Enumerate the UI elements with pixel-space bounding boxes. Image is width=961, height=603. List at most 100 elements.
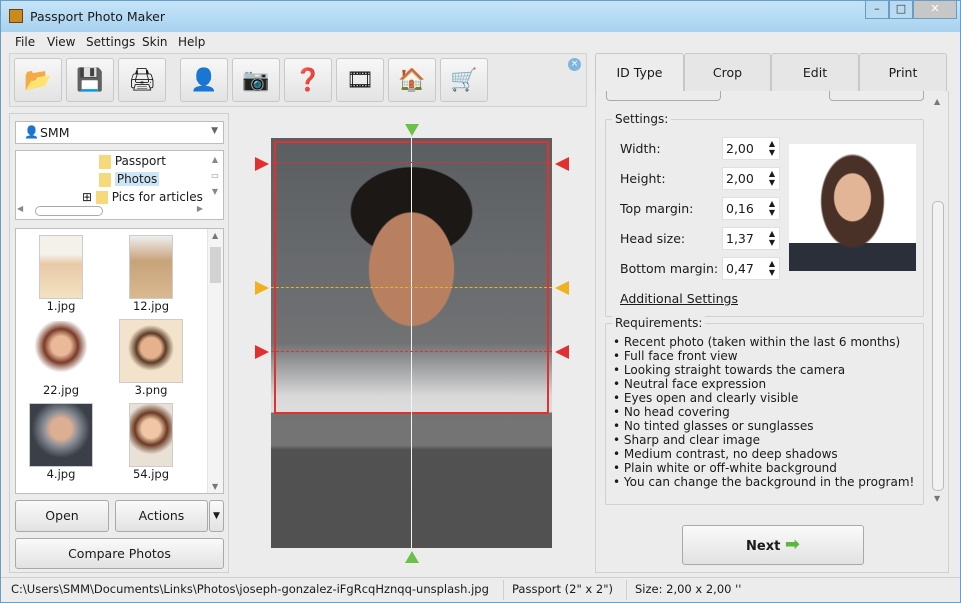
photo-canvas[interactable] <box>271 138 552 548</box>
save-icon[interactable]: 💾 <box>66 58 114 102</box>
left-top-marker[interactable] <box>255 157 269 171</box>
tree-item-photos[interactable]: Photos <box>99 172 160 187</box>
head-size-label: Head size: <box>620 231 686 246</box>
right-eye-marker[interactable] <box>555 281 569 295</box>
requirement-item: No tinted glasses or sunglasses <box>613 419 914 433</box>
requirements-group: Requirements: Recent photo (taken within… <box>605 316 924 505</box>
menu-bar: File View Settings Skin Help <box>1 33 960 51</box>
maximize-button[interactable]: □ <box>889 1 913 19</box>
bottom-center-marker[interactable] <box>405 551 419 563</box>
status-bar: C:\Users\SMM\Documents\Links\Photos\jose… <box>1 577 960 601</box>
requirement-item: Sharp and clear image <box>613 433 914 447</box>
arrow-right-icon: ➡ <box>784 534 800 555</box>
cart-icon[interactable]: 🛒 <box>440 58 488 102</box>
tree-item-passport[interactable]: Passport <box>99 154 166 169</box>
requirement-item: Eyes open and clearly visible <box>613 391 914 405</box>
height-input[interactable]: 2,00 ▲ ▼ <box>722 167 780 190</box>
id-type-panel: Settings: Width: 2,00 ▲ ▼ Height: 2,00 ▲ ▼ T… <box>595 91 949 573</box>
additional-settings-link[interactable]: Additional Settings <box>620 291 738 306</box>
menu-skin[interactable]: Skin <box>142 35 168 49</box>
status-id-type: Passport (2" x 2") <box>512 582 613 596</box>
app-icon <box>9 9 23 23</box>
spin-arrows-icon: ▲ ▼ <box>768 259 775 277</box>
bottom-margin-label: Bottom margin: <box>620 261 719 276</box>
top-head-line[interactable] <box>271 162 552 163</box>
status-size: Size: 2,00 x 2,00 '' <box>635 582 742 596</box>
width-input[interactable]: 2,00 ▲ ▼ <box>722 137 780 160</box>
top-margin-input[interactable]: 0,16 ▲ ▼ <box>722 197 780 220</box>
window-title: Passport Photo Maker <box>30 9 165 24</box>
left-chin-marker[interactable] <box>255 345 269 359</box>
left-eye-marker[interactable] <box>255 281 269 295</box>
tab-id-type[interactable]: ID Type <box>595 53 684 93</box>
requirement-item: Medium contrast, no deep shadows <box>613 447 914 461</box>
profile-dropdown[interactable]: 👤 SMM ▼ <box>15 121 224 144</box>
folder-tree: Passport Photos ⊞ Pics for articles ▲ ▭ ▼ … <box>15 150 224 220</box>
menu-help[interactable]: Help <box>178 35 205 49</box>
requirement-item: Recent photo (taken within the last 6 mo… <box>613 335 914 349</box>
print-icon[interactable]: 🖨 <box>118 58 166 102</box>
tree-hscrollbar[interactable]: ◀ ▶ <box>17 204 207 218</box>
requirements-title: Requirements: <box>612 316 706 330</box>
spin-arrows-icon: ▲ ▼ <box>768 199 775 217</box>
open-folder-icon[interactable]: 📂 <box>14 58 62 102</box>
top-center-marker[interactable] <box>405 124 419 136</box>
requirement-item: No head covering <box>613 405 914 419</box>
head-size-input[interactable]: 1,37 ▲ ▼ <box>722 227 780 250</box>
tab-crop[interactable]: Crop <box>684 53 771 91</box>
right-top-marker[interactable] <box>555 157 569 171</box>
thumbnail-22[interactable]: 22.jpg <box>30 321 92 397</box>
height-label: Height: <box>620 171 666 186</box>
requirement-item: Looking straight towards the camera <box>613 363 914 377</box>
bottom-margin-input[interactable]: 0,47 ▲ ▼ <box>722 257 780 280</box>
settings-group: Settings: Width: 2,00 ▲ ▼ Height: 2,00 ▲ ▼ T… <box>605 112 924 317</box>
chevron-down-icon: ▼ <box>211 126 218 136</box>
left-panel: 👤 SMM ▼ Passport Photos ⊞ Pics for artic… <box>9 113 229 573</box>
minimize-button[interactable]: – <box>865 1 889 19</box>
thumbnail-scrollbar[interactable]: ▲ ▼ <box>207 229 223 493</box>
settings-title: Settings: <box>612 112 672 126</box>
thumbnail-54[interactable]: 54.jpg <box>126 403 176 481</box>
tree-item-pics-for-articles[interactable]: ⊞ Pics for articles <box>82 190 206 204</box>
requirement-item: Full face front view <box>613 349 914 363</box>
close-button[interactable]: ✕ <box>913 1 957 19</box>
close-toolbar-icon[interactable]: × <box>568 58 581 71</box>
film-reel-icon[interactable]: 🎞 <box>336 58 384 102</box>
requirement-item: Neutral face expression <box>613 377 914 391</box>
title-bar: Passport Photo Maker – □ ✕ <box>1 1 960 32</box>
compare-photos-button[interactable]: Compare Photos <box>15 538 224 569</box>
requirement-item: You can change the background in the pro… <box>613 475 914 489</box>
eye-line[interactable] <box>271 287 552 288</box>
thumbnail-1[interactable]: 1.jpg <box>36 235 86 313</box>
thumbnail-12[interactable]: 12.jpg <box>126 235 176 313</box>
panel-scrollbar[interactable]: ▲ ▼ <box>930 91 946 505</box>
top-margin-label: Top margin: <box>620 201 694 216</box>
spin-arrows-icon: ▲ ▼ <box>768 139 775 157</box>
thumbnail-4[interactable]: 4.jpg <box>28 403 94 481</box>
menu-settings[interactable]: Settings <box>86 35 135 49</box>
tree-vscrollbar[interactable]: ▲ ▭ ▼ <box>208 152 222 202</box>
toolbar: 📂 💾 🖨 👤 📷 ❓ 🎞 🏠 🛒 × <box>9 53 587 107</box>
spin-arrows-icon: ▲ ▼ <box>768 229 775 247</box>
thumbnail-list: 1.jpg 12.jpg 22.jpg 3.png 4.jpg 54.jpg ▲… <box>15 228 224 494</box>
spin-arrows-icon: ▲ ▼ <box>768 169 775 187</box>
user-icon[interactable]: 👤 <box>180 58 228 102</box>
app-window: Passport Photo Maker – □ ✕ File View Set… <box>0 0 961 603</box>
menu-file[interactable]: File <box>15 35 35 49</box>
actions-button[interactable]: Actions <box>115 500 208 532</box>
next-button[interactable]: Next ➡ <box>682 525 864 565</box>
help-book-icon[interactable]: ❓ <box>284 58 332 102</box>
right-chin-marker[interactable] <box>555 345 569 359</box>
profile-name: SMM <box>40 125 70 140</box>
chin-line[interactable] <box>271 351 552 352</box>
tab-edit[interactable]: Edit <box>771 53 859 91</box>
home-icon[interactable]: 🏠 <box>388 58 436 102</box>
camera-icon[interactable]: 📷 <box>232 58 280 102</box>
thumbnail-3[interactable]: 3.png <box>118 319 184 397</box>
open-button[interactable]: Open <box>15 500 109 532</box>
requirement-item: Plain white or off-white background <box>613 461 914 475</box>
center-line[interactable] <box>411 138 412 548</box>
actions-dropdown-button[interactable]: ▼ <box>209 500 224 532</box>
menu-view[interactable]: View <box>47 35 75 49</box>
tab-print[interactable]: Print <box>859 53 947 91</box>
